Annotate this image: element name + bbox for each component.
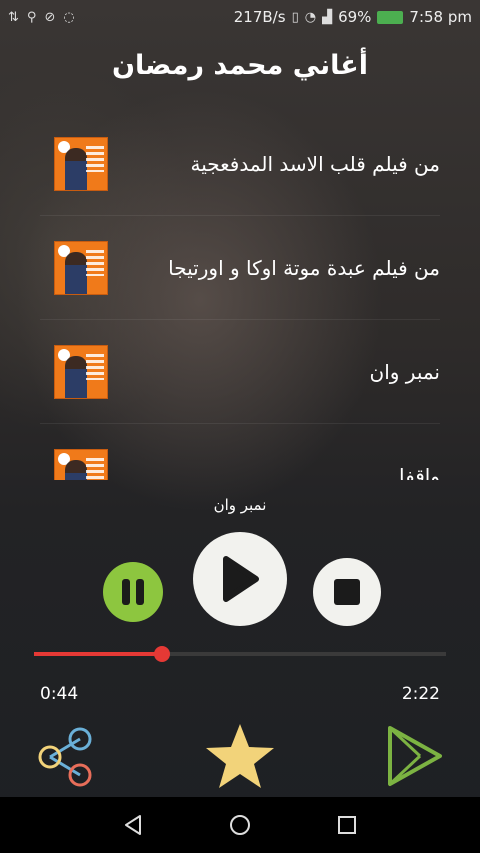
signal-icon: ▟: [322, 9, 333, 25]
pause-icon: [119, 579, 147, 605]
seek-bar[interactable]: [34, 646, 446, 662]
total-time: 2:22: [401, 684, 440, 704]
song-thumbnail: [54, 448, 108, 480]
current-time: 0:44: [40, 684, 79, 704]
stop-button[interactable]: [313, 558, 381, 626]
usb-debug-icon: ⚲: [26, 9, 37, 25]
star-icon[interactable]: [204, 722, 276, 790]
wifi-icon: ◔: [304, 9, 317, 25]
list-item[interactable]: من فيلم قلب الاسد المدفعجية: [40, 112, 440, 216]
usb-icon: ⇅: [8, 9, 19, 25]
song-thumbnail: [54, 240, 108, 295]
vibrate-icon: ▯: [291, 9, 299, 25]
now-playing-title: نمبر وان: [213, 496, 267, 514]
battery-percent: 69%: [338, 8, 372, 26]
song-title: من فيلم قلب الاسد المدفعجية: [190, 151, 440, 176]
seek-thumb[interactable]: [153, 646, 170, 662]
list-item[interactable]: واقفا: [40, 424, 440, 480]
song-title: واقفا: [399, 463, 440, 481]
status-right: 217B/s ▯ ◔ ▟ 69% 7:58 pm: [234, 8, 472, 26]
pause-button[interactable]: [103, 562, 163, 622]
song-title: من فيلم عبدة موتة اوكا و اورتيجا: [168, 255, 440, 280]
recents-icon[interactable]: [335, 813, 359, 837]
status-left-icons: ⇅ ⚲ ⊘ ◌: [8, 10, 75, 25]
network-speed: 217B/s: [233, 8, 286, 26]
home-icon[interactable]: [228, 813, 252, 837]
whatsapp-icon: ◌: [63, 9, 75, 25]
playstore-icon[interactable]: [384, 724, 444, 788]
share-icon[interactable]: [36, 726, 98, 788]
back-icon[interactable]: [121, 813, 145, 837]
stop-icon: [334, 579, 360, 605]
page-title: أغاني محمد رمضان: [111, 50, 368, 81]
song-thumbnail: [54, 344, 108, 399]
clock: 7:58 pm: [409, 8, 472, 26]
list-item[interactable]: من فيلم عبدة موتة اوكا و اورتيجا: [40, 216, 440, 320]
battery-icon: [377, 10, 404, 24]
play-icon: [223, 556, 259, 602]
android-nav-bar: [0, 797, 480, 853]
blocked-icon: ⊘: [44, 9, 56, 25]
song-thumbnail: [54, 136, 108, 191]
list-item[interactable]: نمبر وان: [40, 320, 440, 424]
song-title: نمبر وان: [369, 359, 440, 384]
status-bar: ⇅ ⚲ ⊘ ◌ 217B/s ▯ ◔ ▟ 69% 7:58 pm: [0, 0, 480, 34]
song-list[interactable]: من فيلم قلب الاسد المدفعجية من فيلم عبدة…: [40, 112, 440, 480]
seek-progress: [34, 652, 162, 656]
play-button[interactable]: [193, 532, 287, 626]
